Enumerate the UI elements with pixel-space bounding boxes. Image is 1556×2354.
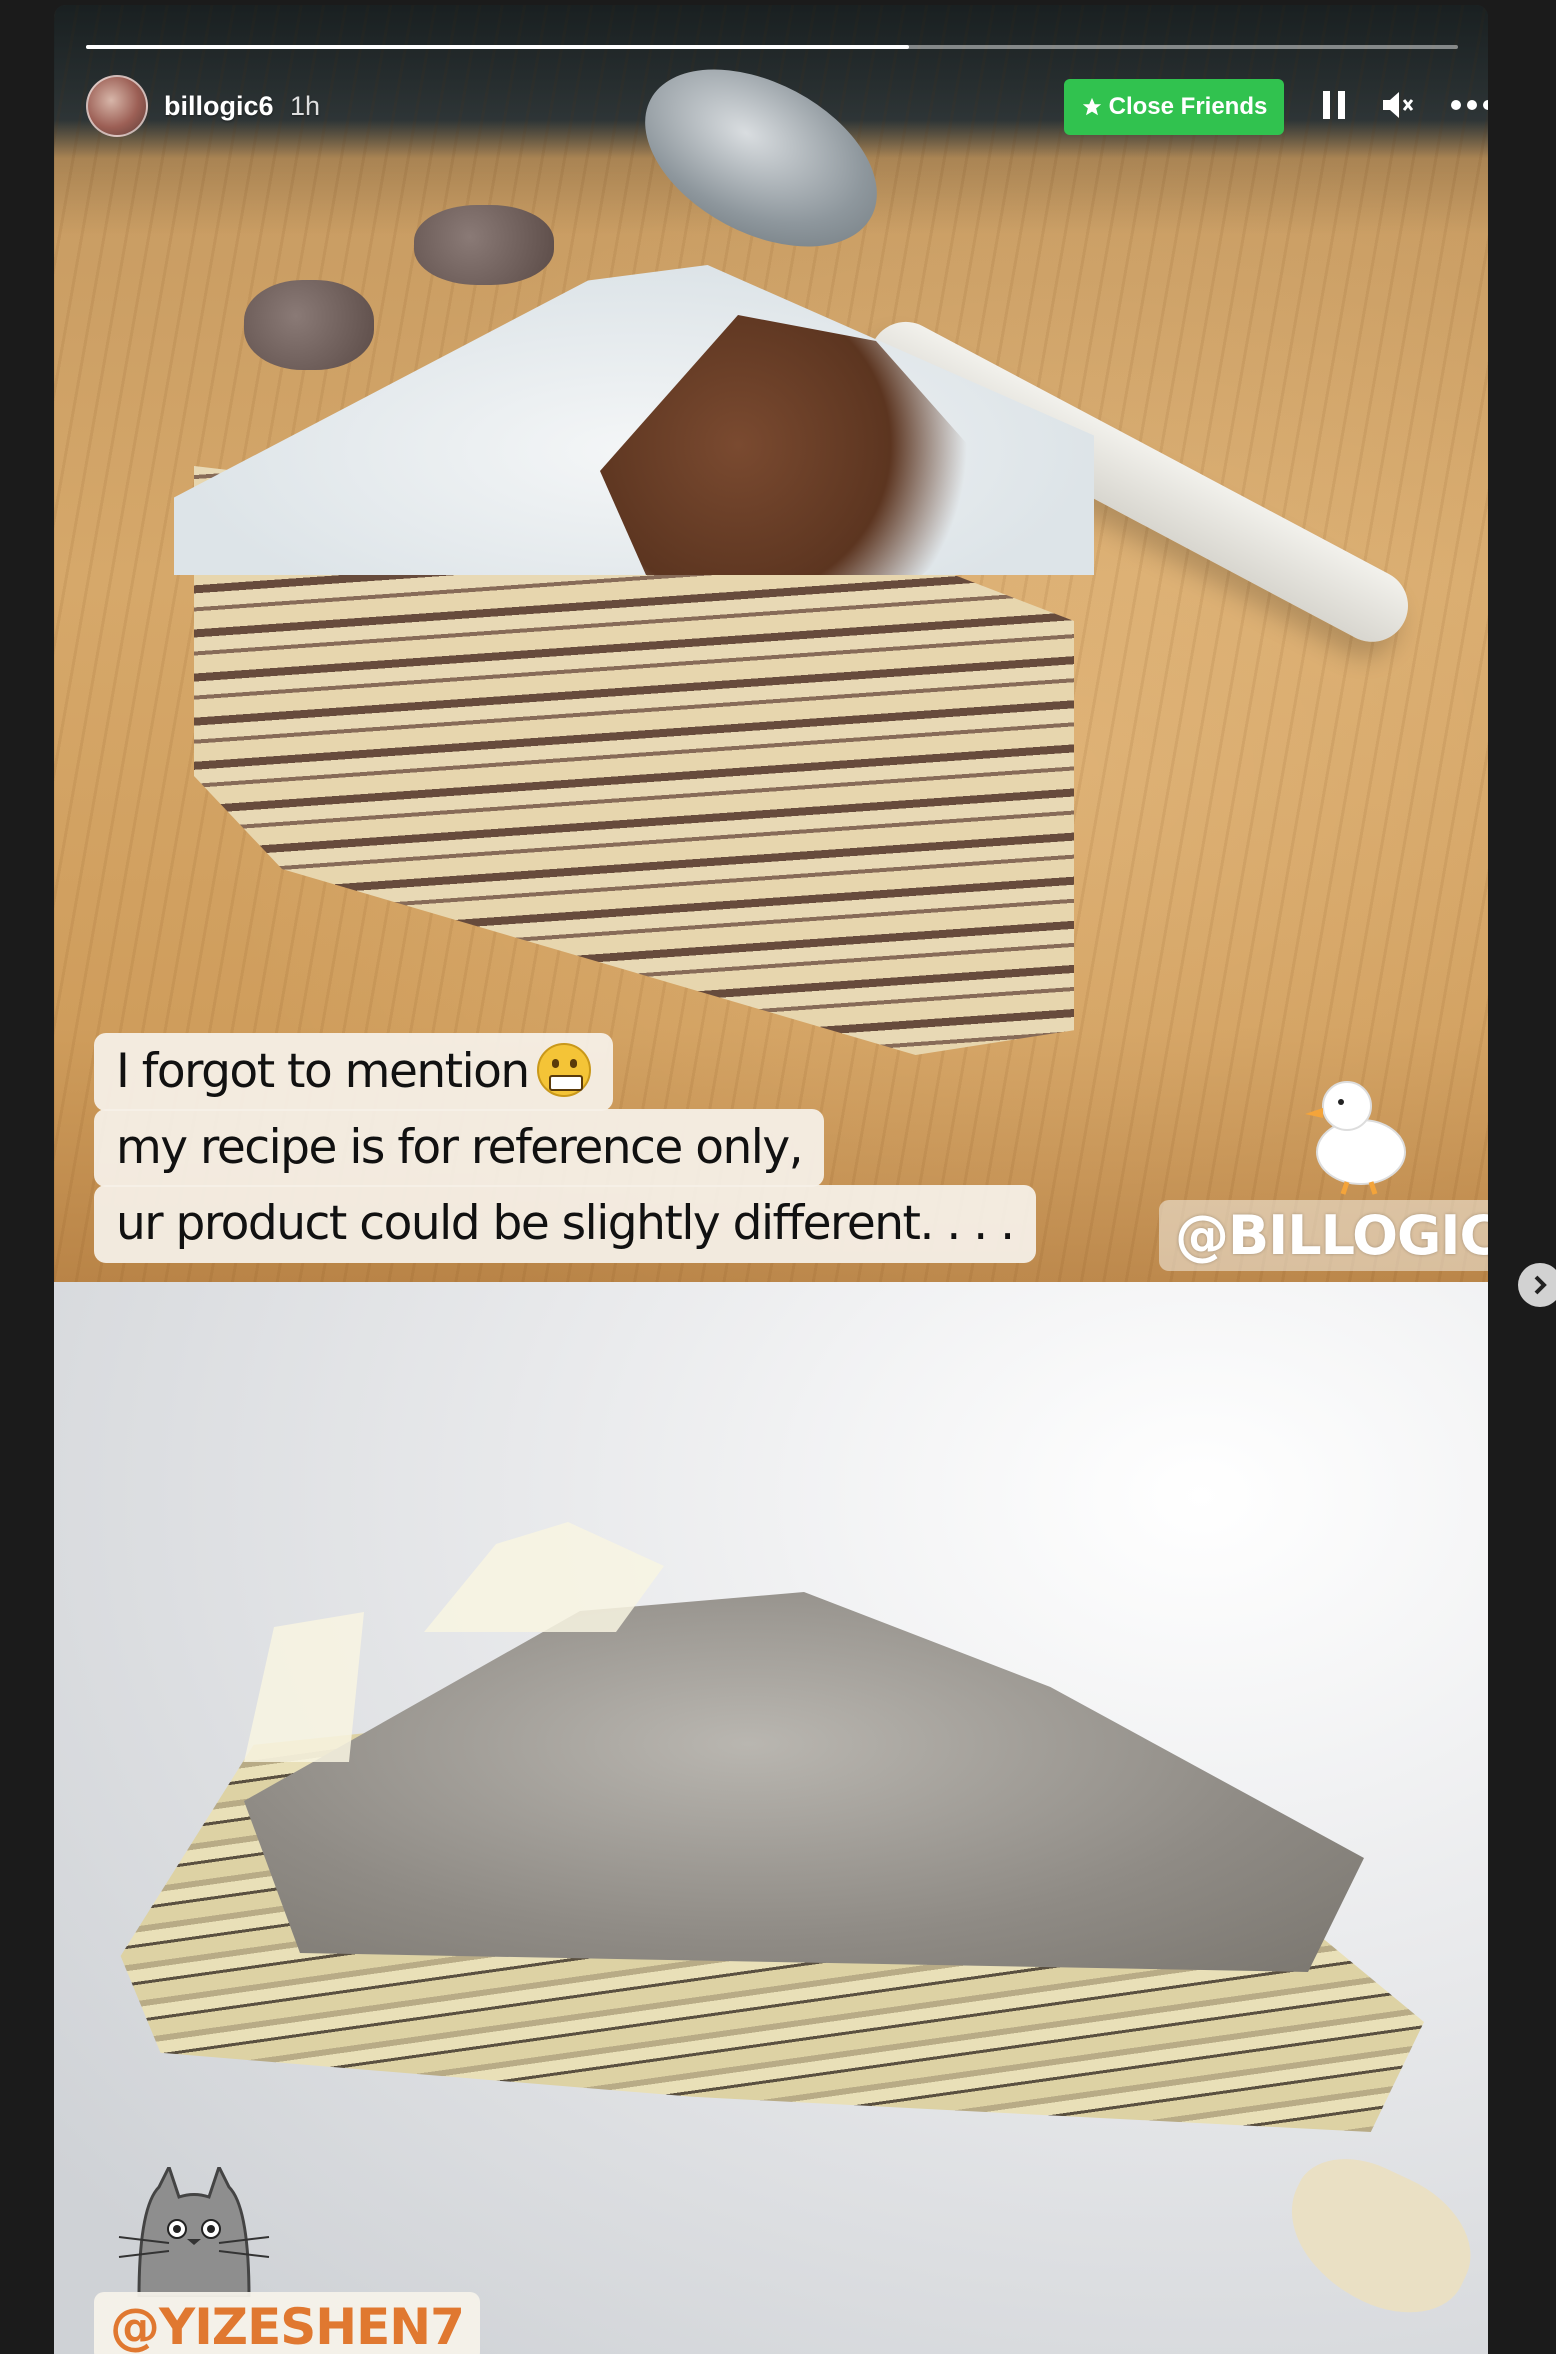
crepe-edge-flake (424, 1522, 664, 1632)
story-header: billogic6 1h Close Friends (86, 71, 1488, 137)
caption-line-2: my recipe is for reference only, (94, 1109, 825, 1187)
story-caption: I forgot to mention my recipe is for ref… (94, 1033, 1036, 1263)
grimace-emoji-icon (536, 1043, 591, 1097)
star-icon (1082, 97, 1101, 116)
close-friends-badge[interactable]: Close Friends (1064, 79, 1284, 135)
pause-icon (1323, 91, 1345, 119)
mute-icon (1383, 92, 1414, 118)
more-icon (1451, 100, 1488, 110)
bottom-photo: @YIZESHEN7 (54, 1282, 1488, 2354)
cookie-crumb (414, 205, 554, 285)
story-viewer: I forgot to mention my recipe is for ref… (0, 0, 1556, 2354)
avatar[interactable] (86, 75, 148, 137)
watermark-billogic6: @BILLOGIC6 (1159, 1200, 1488, 1271)
pause-button[interactable] (1312, 83, 1356, 127)
totoro-sticker-icon (118, 2167, 270, 2297)
crepe-cake-original (134, 205, 1094, 1105)
next-story-button[interactable] (1518, 1263, 1556, 1307)
more-options-button[interactable] (1446, 83, 1488, 127)
story-progress-fill (86, 45, 910, 49)
story-progress-bar (86, 45, 1458, 49)
cake-cookie-cream-top (244, 1592, 1364, 1972)
crepe-tip (1265, 2137, 1488, 2337)
cookie-crumb (244, 280, 374, 370)
story-card[interactable]: I forgot to mention my recipe is for ref… (54, 5, 1488, 2354)
mute-button[interactable] (1376, 83, 1420, 127)
post-time: 1h (290, 91, 321, 121)
caption-line-1: I forgot to mention (94, 1033, 613, 1111)
duck-sticker-icon (1305, 1081, 1406, 1195)
close-friends-label: Close Friends (1108, 93, 1268, 120)
watermark-yizeshen7: @YIZESHEN7 (94, 2292, 480, 2354)
top-photo: I forgot to mention my recipe is for ref… (54, 5, 1488, 1282)
crepe-edge-flake (244, 1612, 364, 1762)
username[interactable]: billogic6 (164, 91, 274, 122)
crepe-cake-attempt (94, 1492, 1488, 2337)
chevron-right-icon (1534, 1275, 1547, 1295)
caption-line-3: ur product could be slightly different. … (94, 1185, 1036, 1263)
